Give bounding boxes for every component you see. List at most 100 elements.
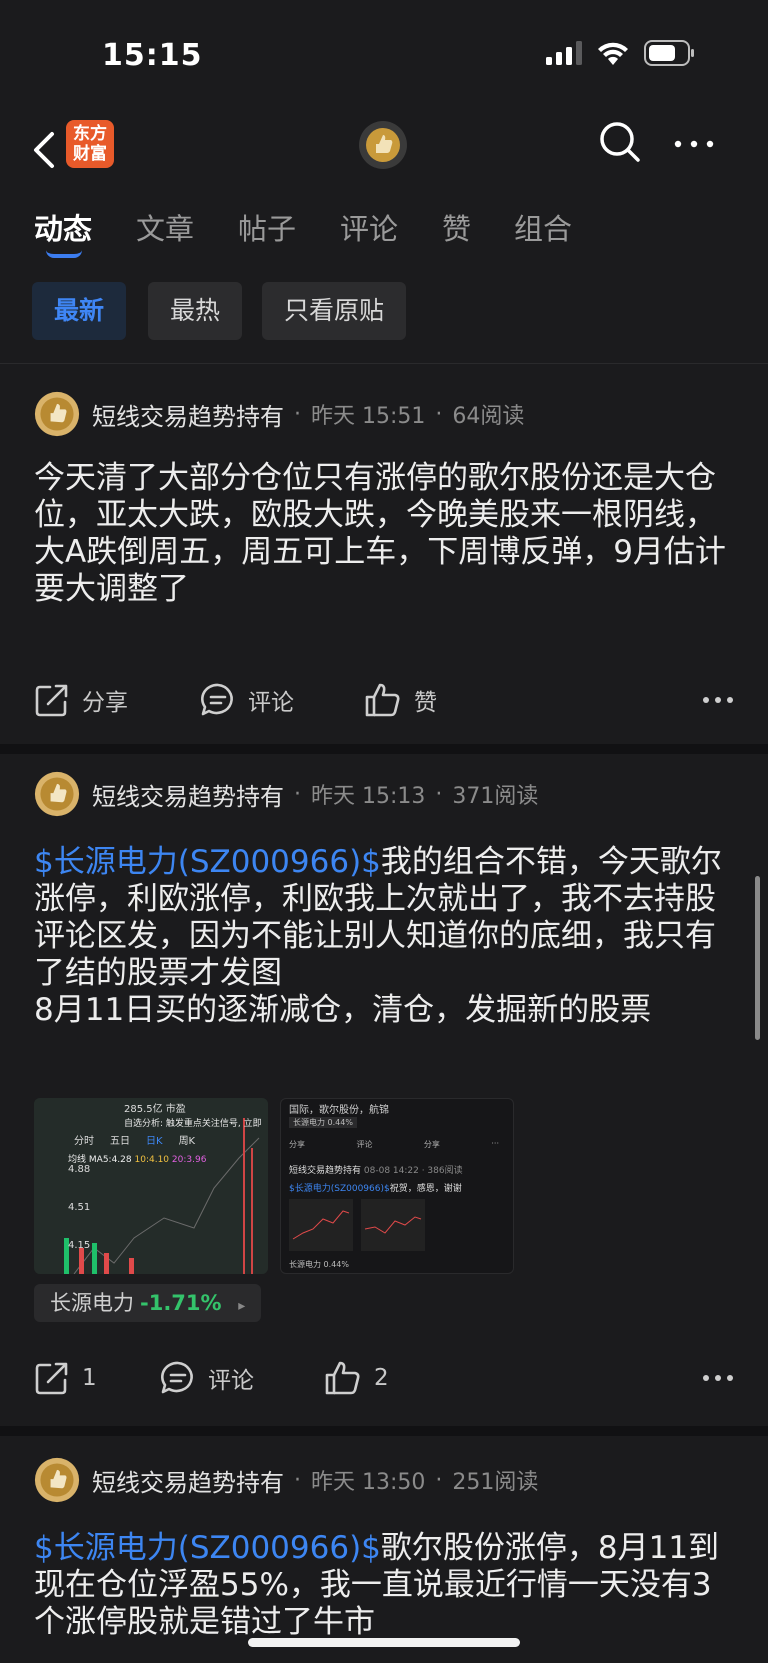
back-arrow-icon[interactable] xyxy=(26,126,66,174)
post-meta-separator: · xyxy=(435,781,443,807)
logo-text-line2: 财富 xyxy=(73,144,107,164)
nav-bar: 东方 财富 xyxy=(0,110,768,190)
price-tick: 4.88 xyxy=(68,1164,91,1175)
search-icon[interactable] xyxy=(596,118,644,166)
ma5-value: MA5:4.28 xyxy=(88,1155,132,1165)
ma10-value: 10:4.10 xyxy=(134,1155,170,1165)
screenshot-like: 分享 xyxy=(423,1140,440,1149)
comment-button[interactable]: 评论 xyxy=(200,676,294,724)
scrollbar[interactable] xyxy=(755,876,760,1040)
share-button[interactable]: 分享 xyxy=(34,676,128,724)
post-card[interactable]: 短线交易趋势持有 · 昨天 13:50 · 251阅读 $长源电力(SZ0009… xyxy=(0,1436,768,1663)
post-divider xyxy=(0,744,768,754)
filter-hottest[interactable]: 最热 xyxy=(148,282,243,340)
post-header: 短线交易趋势持有 · 昨天 15:51 · 64阅读 xyxy=(34,390,524,438)
home-indicator[interactable] xyxy=(248,1638,520,1647)
stock-quote-tag[interactable]: 长源电力 -1.71% ▸ xyxy=(34,1284,262,1322)
tab-dynamic[interactable]: 动态 xyxy=(34,206,92,248)
stock-link[interactable]: $长源电力(SZ000966)$ xyxy=(34,844,381,880)
like-count: 2 xyxy=(374,1365,389,1391)
status-time: 15:15 xyxy=(102,38,203,73)
chart-period-tabs: 分时 五日 日K 周K xyxy=(74,1132,195,1147)
post-images: 285.5亿 市盈 自选分析: 触发重点关注信号, 立即 分时 五日 日K 周K… xyxy=(34,1098,534,1274)
post-image-chart[interactable]: 285.5亿 市盈 自选分析: 触发重点关注信号, 立即 分时 五日 日K 周K… xyxy=(34,1098,268,1274)
tab-likes[interactable]: 赞 xyxy=(442,206,471,248)
author-name[interactable]: 短线交易趋势持有 xyxy=(92,1463,284,1498)
tab-posts[interactable]: 帖子 xyxy=(238,206,296,248)
comment-icon xyxy=(201,683,233,716)
thumbs-up-icon xyxy=(365,683,400,717)
screenshot-actions: 分享 评论 分享 ··· xyxy=(289,1139,499,1150)
post-meta-separator: · xyxy=(294,781,301,807)
chart-tab: 周K xyxy=(178,1136,196,1147)
post-header: 短线交易趋势持有 · 昨天 15:13 · 371阅读 xyxy=(34,770,538,818)
screenshot-meta: 08-08 14:22 · 386阅读 xyxy=(363,1166,463,1176)
post-text-line: 8月11日买的逐渐减仓，清仓，发掘新的股票 xyxy=(34,992,652,1028)
comment-label: 评论 xyxy=(248,690,294,716)
share-button[interactable]: 1 xyxy=(34,1354,97,1402)
share-label: 分享 xyxy=(82,690,128,716)
post-divider xyxy=(0,1426,768,1436)
app-logo[interactable]: 东方 财富 xyxy=(66,120,114,168)
tab-articles[interactable]: 文章 xyxy=(136,206,194,248)
post-time: 昨天 15:13 xyxy=(311,784,426,809)
filter-latest[interactable]: 最新 xyxy=(32,282,127,340)
more-options-icon[interactable] xyxy=(670,124,718,164)
chart-tab-active: 日K xyxy=(146,1136,163,1147)
post-actions: 分享 评论 赞 xyxy=(34,676,734,724)
user-avatar[interactable] xyxy=(358,120,408,170)
filter-original-only[interactable]: 只看原贴 xyxy=(262,282,407,340)
screenshot-more: ··· xyxy=(491,1139,499,1148)
author-avatar[interactable] xyxy=(34,1457,80,1503)
screenshot-author-row: 短线交易趋势持有 08-08 14:22 · 386阅读 xyxy=(289,1163,463,1176)
comment-button[interactable]: 评论 xyxy=(160,1354,254,1402)
comment-icon xyxy=(161,1361,193,1394)
battery-icon xyxy=(644,40,694,66)
post-text[interactable]: 今天清了大部分仓位只有涨停的歌尔股份还是大仓位，亚太大跌，欧股大跌，今晚美股来一… xyxy=(34,460,734,608)
post-more-icon[interactable] xyxy=(702,1364,734,1392)
stock-link[interactable]: $长源电力(SZ000966)$ xyxy=(34,1530,381,1566)
share-icon xyxy=(35,684,68,717)
chart-top-text: 285.5亿 市盈 xyxy=(124,1104,186,1115)
post-read-count: 251阅读 xyxy=(452,1470,539,1495)
screenshot-share: 分享 xyxy=(289,1140,305,1149)
post-text-block[interactable]: $长源电力(SZ000966)$我的组合不错，今天歌尔涨停，利欧涨停，利欧我上次… xyxy=(34,844,734,1029)
active-tab-indicator xyxy=(46,250,82,258)
post-meta-separator: · xyxy=(435,1467,443,1493)
like-button[interactable]: 赞 xyxy=(364,676,437,724)
comment-label: 评论 xyxy=(208,1368,254,1394)
logo-text-line1: 东方 xyxy=(73,124,107,144)
screenshot-link: $长源电力(SZ000966)$ xyxy=(289,1184,390,1194)
tab-comments[interactable]: 评论 xyxy=(340,206,398,248)
screenshot-author: 短线交易趋势持有 xyxy=(289,1166,362,1176)
cellular-signal-icon xyxy=(546,41,582,65)
price-tick: 4.15 xyxy=(68,1240,91,1251)
post-more-icon[interactable] xyxy=(702,686,734,714)
screenshot-text-row: $长源电力(SZ000966)$祝贺，感恩，谢谢 xyxy=(289,1181,462,1194)
post-card[interactable]: 短线交易趋势持有 · 昨天 15:13 · 371阅读 $长源电力(SZ0009… xyxy=(0,754,768,1426)
post-meta-separator: · xyxy=(294,401,301,427)
author-name[interactable]: 短线交易趋势持有 xyxy=(92,397,284,432)
screenshot-mini-charts xyxy=(289,1199,425,1251)
post-read-count: 64阅读 xyxy=(452,404,525,429)
status-bar: 15:15 xyxy=(0,0,768,110)
post-card[interactable]: 短线交易趋势持有 · 昨天 15:51 · 64阅读 今天清了大部分仓位只有涨停… xyxy=(0,364,768,744)
author-avatar[interactable] xyxy=(34,771,80,817)
post-time: 昨天 15:51 xyxy=(311,404,426,429)
filter-row: 最新 最热 只看原贴 xyxy=(0,270,768,364)
post-text-block[interactable]: $长源电力(SZ000966)$歌尔股份涨停，8月11到现在仓位浮盈55%，我一… xyxy=(34,1530,734,1641)
wifi-icon xyxy=(598,42,628,65)
tab-portfolio[interactable]: 组合 xyxy=(514,206,572,248)
stock-name: 长源电力 xyxy=(50,1291,134,1315)
post-image-screenshot[interactable]: 国际，歌尔股份，航锦 长源电力 0.44% 分享 评论 分享 ··· 短线交易趋… xyxy=(280,1098,514,1274)
author-avatar[interactable] xyxy=(34,391,80,437)
like-button[interactable]: 2 xyxy=(324,1354,389,1402)
post-header: 短线交易趋势持有 · 昨天 13:50 · 251阅读 xyxy=(34,1456,538,1504)
post-actions: 1 评论 2 xyxy=(34,1354,734,1402)
post-meta-separator: · xyxy=(435,401,443,427)
screenshot-text: 祝贺，感恩，谢谢 xyxy=(389,1184,462,1194)
author-name[interactable]: 短线交易趋势持有 xyxy=(92,777,284,812)
share-icon xyxy=(35,1362,68,1395)
screenshot-comment: 评论 xyxy=(356,1140,373,1149)
chart-alert-text: 自选分析: 触发重点关注信号, 立即 xyxy=(124,1119,262,1129)
